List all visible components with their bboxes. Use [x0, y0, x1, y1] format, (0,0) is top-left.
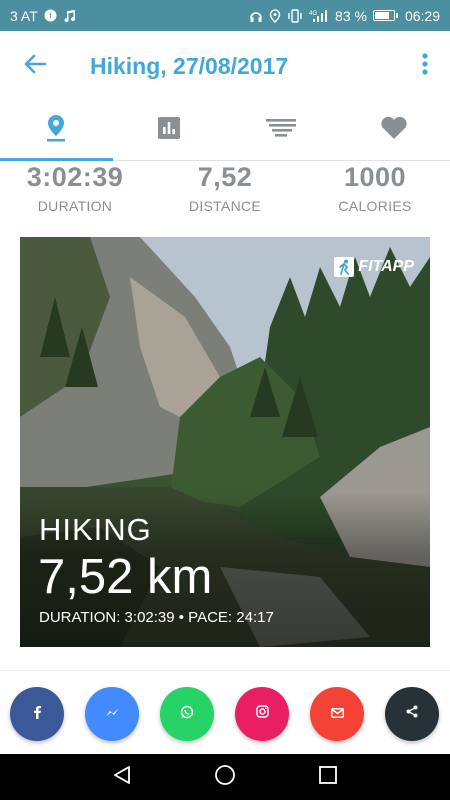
tab-map[interactable]: [0, 101, 113, 161]
share-whatsapp-button[interactable]: [160, 687, 214, 741]
more-vert-icon: [422, 52, 428, 80]
stat-label: DISTANCE: [188, 198, 262, 214]
stat-calories: 1000 CALORIES: [300, 161, 450, 227]
carrier-badge-icon: f: [44, 9, 57, 22]
tab-notes[interactable]: [225, 101, 338, 160]
fitapp-logo-icon: [334, 257, 355, 277]
battery-percent: 83 %: [335, 7, 367, 24]
share-more-button[interactable]: [385, 687, 439, 741]
share-email-button[interactable]: [310, 687, 364, 741]
app-bar: Hiking, 27/08/2017: [0, 31, 450, 101]
tab-bar: [0, 101, 450, 161]
music-note-icon: [63, 9, 77, 23]
activity-type: HIKING: [39, 512, 152, 547]
tab-statistics[interactable]: [113, 101, 226, 160]
arrow-back-icon: [24, 54, 47, 79]
heart-icon: [380, 116, 408, 145]
stats-row: 3:02:39 DURATION 7,52 DISTANCE 1000 CALO…: [0, 161, 450, 227]
facebook-icon: [32, 705, 42, 724]
stat-value: 1000: [343, 162, 407, 192]
recents-square-icon: [319, 765, 338, 789]
stat-value: 3:02:39: [26, 162, 124, 192]
share-bar: [0, 671, 450, 754]
brand-name: FITAPP: [358, 258, 414, 275]
activity-distance: 7,52 km: [38, 550, 213, 604]
whatsapp-icon: [180, 705, 194, 724]
nav-home-button[interactable]: [205, 757, 245, 797]
headphones-icon: [249, 9, 263, 23]
clock: 06:29: [404, 7, 440, 24]
stat-value: 7,52: [197, 162, 253, 192]
share-instagram-button[interactable]: [235, 687, 289, 741]
stat-label: CALORIES: [338, 198, 412, 214]
brand-badge: FITAPP: [334, 257, 414, 277]
carrier-label: 3 AT: [10, 7, 38, 24]
location-pin-icon: [45, 114, 67, 147]
notes-lines-icon: [266, 119, 297, 142]
svg-text:4G: 4G: [309, 11, 317, 17]
page-title: Hiking, 27/08/2017: [90, 52, 289, 79]
battery-icon: [372, 10, 398, 21]
instagram-icon: [255, 705, 269, 723]
back-triangle-icon: [112, 765, 132, 790]
nav-recents-button[interactable]: [308, 757, 348, 797]
share-messenger-button[interactable]: [85, 687, 139, 741]
vibrate-icon: [287, 8, 303, 23]
activity-meta: DURATION: 3:02:39 • PACE: 24:17: [39, 609, 274, 626]
messenger-icon: [105, 705, 119, 723]
tab-feeling[interactable]: [338, 101, 450, 160]
status-bar: 3 AT f 4G 83 % 06:29: [0, 0, 450, 31]
share-icon: [406, 705, 418, 723]
system-nav-bar: [0, 754, 450, 800]
stat-distance: 7,52 DISTANCE: [150, 161, 300, 227]
back-button[interactable]: [0, 31, 70, 101]
nav-back-button[interactable]: [102, 757, 142, 797]
share-facebook-button[interactable]: [10, 687, 64, 741]
activity-photo-card[interactable]: FITAPP HIKING 7,52 km DURATION: 3:02:39 …: [20, 237, 430, 647]
more-options-button[interactable]: [400, 31, 450, 101]
signal-icon: 4G: [309, 9, 329, 23]
stat-label: DURATION: [37, 198, 113, 214]
location-icon: [269, 8, 281, 23]
email-icon: [330, 705, 344, 723]
bar-chart-icon: [157, 117, 180, 144]
home-circle-icon: [214, 764, 236, 791]
stat-duration: 3:02:39 DURATION: [0, 161, 150, 227]
